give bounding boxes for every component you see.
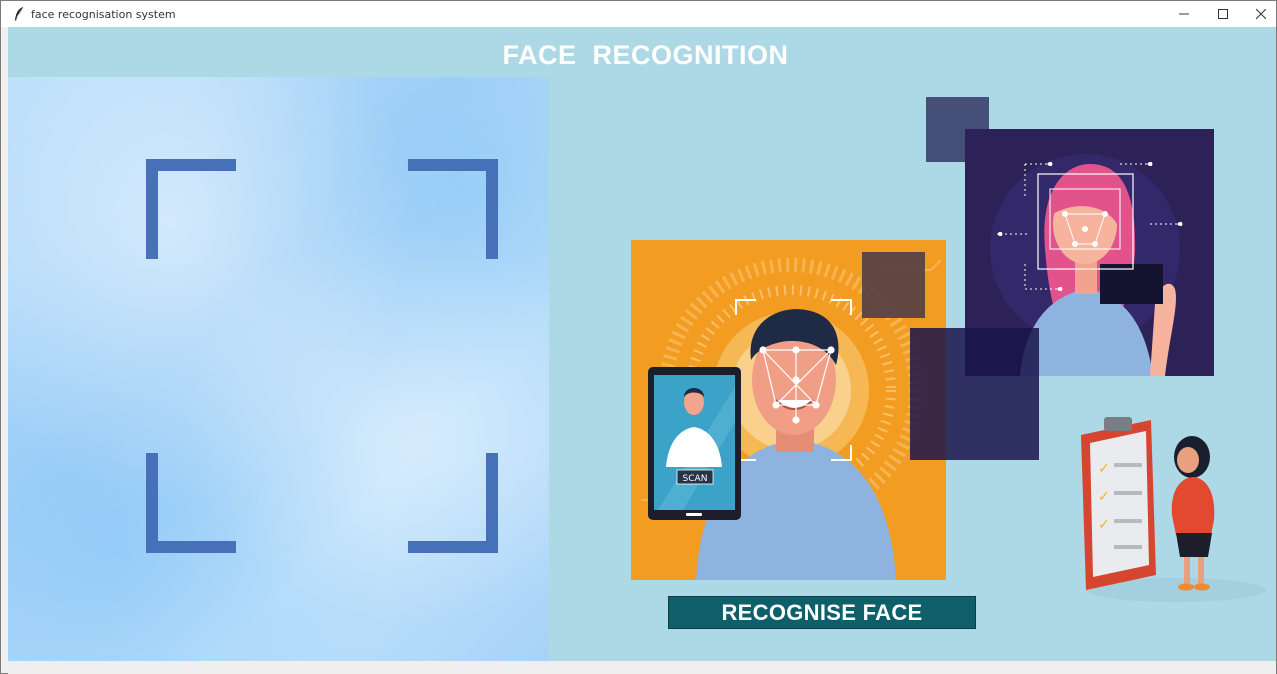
minimize-button[interactable] xyxy=(1164,1,1204,27)
decor-square-large xyxy=(910,328,1039,460)
feather-icon xyxy=(15,6,24,21)
frame-corner-bottom-right xyxy=(408,453,498,553)
app-window: face recognisation system SCAN ✓ ✓ ✓ FAC… xyxy=(0,0,1277,674)
main-canvas: SCAN ✓ ✓ ✓ FACE RECOGNITION RECOGNISE FA… xyxy=(8,27,1276,661)
frame-corner-top-right xyxy=(408,159,498,259)
phone-scan-label: SCAN xyxy=(683,474,708,484)
window-title: face recognisation system xyxy=(31,8,176,21)
window-bottom-edge xyxy=(8,661,1276,674)
frame-corner-top-left xyxy=(146,159,236,259)
camera-preview-panel xyxy=(8,77,549,661)
svg-text:✓: ✓ xyxy=(1098,461,1110,477)
title-bar[interactable]: face recognisation system xyxy=(1,1,1276,27)
close-button[interactable] xyxy=(1241,1,1277,27)
maximize-button[interactable] xyxy=(1203,1,1243,27)
page-heading: FACE RECOGNITION xyxy=(502,40,789,70)
maximize-icon xyxy=(1218,9,1228,19)
frame-corner-bottom-left xyxy=(146,453,236,553)
decor-square-small xyxy=(862,252,925,318)
recognise-face-button[interactable]: RECOGNISE FACE xyxy=(668,596,976,629)
close-icon xyxy=(1256,9,1266,19)
checklist-illustration: ✓ ✓ ✓ xyxy=(1081,417,1266,602)
phone-scan-illustration: SCAN xyxy=(648,367,741,520)
svg-text:✓: ✓ xyxy=(1098,489,1110,505)
svg-text:✓: ✓ xyxy=(1098,517,1110,533)
minimize-icon xyxy=(1179,13,1189,15)
